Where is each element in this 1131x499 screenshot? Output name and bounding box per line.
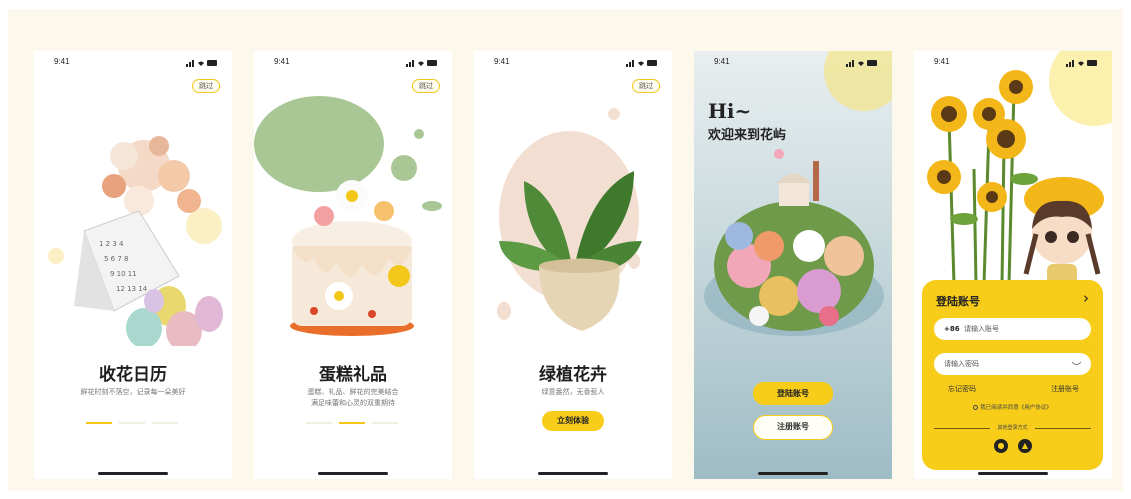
wechat-login-icon[interactable]: ● — [994, 439, 1008, 453]
home-indicator — [758, 472, 828, 475]
other-login-divider: 其他登录方式 — [934, 424, 1091, 432]
page-dot-2 — [339, 422, 365, 424]
welcome-title: 欢迎来到花屿 — [708, 128, 787, 143]
chevron-right-icon[interactable]: › — [1083, 289, 1089, 307]
page-dot-1 — [306, 422, 332, 424]
login-card: 登陆账号 › +86 请输入账号 请输入密码 忘记密码 注册账号 我已阅读并同意… — [922, 280, 1103, 470]
login-button[interactable]: 登陆账号 — [753, 382, 833, 405]
agreement-checkbox[interactable] — [973, 405, 979, 410]
svg-text:12 13 14: 12 13 14 — [116, 285, 148, 293]
page-title: 收花日历 — [99, 365, 167, 385]
status-bar: 9:41 — [254, 57, 452, 69]
page-dot-2 — [119, 422, 145, 424]
home-indicator — [98, 472, 168, 475]
status-icons — [846, 60, 877, 67]
flower-island-illustration — [704, 149, 884, 336]
skip-button[interactable]: 跳过 — [412, 79, 440, 93]
status-time: 9:41 — [494, 57, 510, 66]
login-card-title: 登陆账号 — [936, 295, 980, 308]
sunflower-girl-illustration — [927, 70, 1104, 284]
onboarding-screen-plants: 9:41 跳过 绿植花卉 绿意盎然，无香惹人 立刻体验 — [474, 51, 672, 479]
design-canvas: 9:41 跳过 1 2 3 4 5 6 7 8 9 10 11 12 13 14 — [8, 9, 1123, 491]
status-icons — [186, 60, 217, 67]
password-placeholder: 请输入密码 — [944, 360, 979, 368]
status-icons — [1066, 60, 1097, 67]
onboarding-screen-cake: 9:41 跳过 蛋糕礼品 蛋糕、礼品、鲜花的完美结合 满足味蕾和心灵的双重期待 — [254, 51, 452, 479]
status-bar: 9:41 — [694, 57, 892, 69]
qq-login-icon[interactable]: ▲ — [1018, 439, 1032, 453]
register-button[interactable]: 注册账号 — [753, 415, 833, 440]
status-time: 9:41 — [274, 57, 290, 66]
svg-text:9 10 11: 9 10 11 — [110, 270, 137, 278]
svg-text:5 6 7 8: 5 6 7 8 — [104, 255, 129, 263]
skip-button[interactable]: 跳过 — [632, 79, 660, 93]
country-code[interactable]: +86 — [944, 318, 960, 340]
status-bar: 9:41 — [474, 57, 672, 69]
page-title: 绿植花卉 — [539, 365, 607, 385]
skip-button[interactable]: 跳过 — [192, 79, 220, 93]
onboarding-screen-calendar: 9:41 跳过 1 2 3 4 5 6 7 8 9 10 11 12 13 14 — [34, 51, 232, 479]
eye-closed-icon[interactable] — [1072, 361, 1081, 367]
status-time: 9:41 — [934, 57, 950, 66]
page-dot-3 — [152, 422, 178, 424]
potted-plant-illustration — [497, 108, 642, 331]
login-screen: 9:41 登陆账号 › +86 请输入账号 请输入密码 忘记密码 注册账号 我已… — [914, 51, 1112, 479]
phone-field[interactable]: +86 请输入账号 — [934, 318, 1091, 340]
phone-placeholder: 请输入账号 — [964, 325, 999, 333]
page-dot-3 — [372, 422, 398, 424]
page-dot-1 — [86, 422, 112, 424]
page-subtitle-line-2: 满足味蕾和心灵的双重期待 — [311, 399, 395, 407]
page-subtitle: 鲜花时刻不落空，记录每一朵美好 — [80, 388, 186, 396]
greeting: Hi~ — [708, 99, 752, 123]
page-subtitle-line-1: 蛋糕、礼品、鲜花的完美结合 — [307, 388, 399, 396]
home-indicator — [318, 472, 388, 475]
status-icons — [626, 60, 657, 67]
status-time: 9:41 — [714, 57, 730, 66]
page-title: 蛋糕礼品 — [319, 365, 387, 385]
agreement-row[interactable]: 我已阅读并同意《用户协议》 — [922, 403, 1103, 411]
status-time: 9:41 — [54, 57, 70, 66]
status-bar: 9:41 — [914, 57, 1112, 69]
start-button[interactable]: 立刻体验 — [542, 411, 604, 431]
password-field[interactable]: 请输入密码 — [934, 353, 1091, 375]
home-indicator — [978, 472, 1048, 475]
page-indicator — [306, 422, 402, 424]
agreement-text: 我已阅读并同意《用户协议》 — [980, 405, 1052, 411]
page-indicator — [86, 422, 182, 424]
welcome-screen: 9:41 Hi~ 欢迎来到花屿 登陆账号 注册账号 — [694, 51, 892, 479]
page-subtitle: 绿意盎然，无香惹人 — [541, 388, 605, 396]
svg-text:1 2 3 4: 1 2 3 4 — [99, 240, 124, 248]
home-indicator — [538, 472, 608, 475]
status-bar: 9:41 — [34, 57, 232, 69]
register-link[interactable]: 注册账号 — [1051, 384, 1079, 394]
calendar-flowers-illustration: 1 2 3 4 5 6 7 8 9 10 11 12 13 14 — [48, 136, 223, 346]
status-icons — [406, 60, 437, 67]
forgot-password-link[interactable]: 忘记密码 — [948, 384, 976, 394]
cake-illustration — [254, 96, 442, 336]
